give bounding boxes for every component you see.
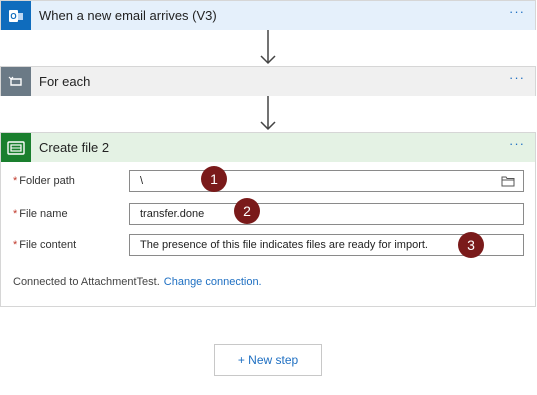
email-trigger-header[interactable]: O When a new email arrives (V3) ··· <box>1 1 535 30</box>
file-name-input[interactable]: transfer.done <box>129 203 524 225</box>
create-file-card: Create file 2 ··· * Folder path \ 1 * File… <box>0 132 536 307</box>
connection-info: Connected to AttachmentTest. Change conne… <box>13 276 262 288</box>
file-name-label-text: File name <box>19 208 68 220</box>
folder-path-label-text: Folder path <box>19 175 75 187</box>
file-content-value: The presence of this file indicates file… <box>140 239 428 251</box>
email-trigger-menu-button[interactable]: ··· <box>509 5 525 18</box>
email-trigger-card[interactable]: O When a new email arrives (V3) ··· <box>0 0 536 30</box>
change-connection-link[interactable]: Change connection. <box>164 276 262 288</box>
create-file-menu-button[interactable]: ··· <box>509 137 525 150</box>
folder-path-value: \ <box>140 175 144 187</box>
file-system-icon <box>1 133 31 162</box>
outlook-icon: O <box>1 1 31 30</box>
folder-icon[interactable] <box>501 175 515 187</box>
annotation-badge-2: 2 <box>234 198 260 224</box>
annotation-badge-1: 1 <box>201 166 227 192</box>
required-mark: * <box>13 175 18 187</box>
svg-text:O: O <box>10 12 16 21</box>
arrow-down-icon <box>260 96 276 131</box>
file-content-label: * File content <box>13 239 76 251</box>
for-each-menu-button[interactable]: ··· <box>509 71 525 84</box>
new-step-button[interactable]: + New step <box>214 344 322 376</box>
connected-text: Connected to AttachmentTest. <box>13 276 160 288</box>
required-mark: * <box>13 239 18 251</box>
folder-path-label: * Folder path <box>13 175 75 187</box>
for-each-card[interactable]: For each ··· <box>0 66 536 96</box>
create-file-title: Create file 2 <box>39 140 110 155</box>
file-name-label: * File name <box>13 208 68 220</box>
for-each-header[interactable]: For each ··· <box>1 67 535 96</box>
required-mark: * <box>13 208 18 220</box>
file-name-value: transfer.done <box>140 208 205 220</box>
for-each-title: For each <box>39 74 91 89</box>
folder-path-input[interactable]: \ <box>129 170 524 192</box>
email-trigger-title: When a new email arrives (V3) <box>39 8 217 23</box>
file-content-label-text: File content <box>19 239 77 251</box>
create-file-header[interactable]: Create file 2 ··· <box>1 133 535 162</box>
loop-icon <box>1 67 31 96</box>
annotation-badge-3: 3 <box>458 232 484 258</box>
arrow-down-icon <box>260 30 276 65</box>
